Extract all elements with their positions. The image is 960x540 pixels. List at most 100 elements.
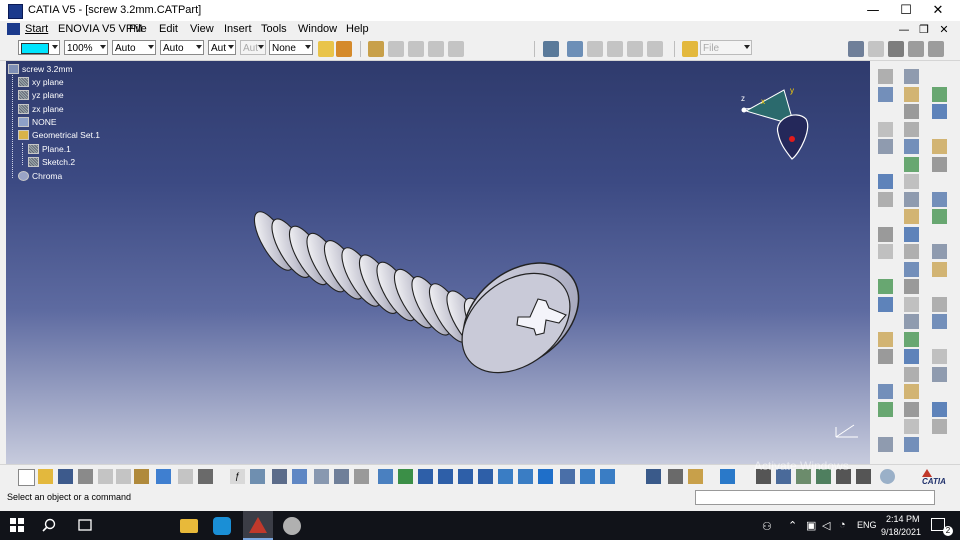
tree-item-zx-plane[interactable]: zx plane [18, 104, 64, 114]
formula-icon[interactable]: ƒ [230, 469, 245, 484]
right-toolbar-tool-icon[interactable] [904, 209, 919, 224]
swap-space-icon[interactable] [600, 469, 615, 484]
knowledge-icon[interactable] [314, 469, 329, 484]
disabled-tool-icon[interactable] [448, 41, 464, 57]
command-input[interactable] [695, 490, 935, 505]
right-toolbar-tool-icon[interactable] [932, 296, 947, 312]
right-toolbar-tool-icon[interactable] [904, 139, 919, 154]
zoom-out-icon[interactable] [478, 469, 493, 484]
layer-dropdown[interactable]: None [269, 40, 313, 55]
menu-view[interactable]: View [190, 23, 214, 35]
rendering-dropdown[interactable]: Aut [240, 40, 266, 55]
right-toolbar-tool-icon[interactable] [904, 86, 919, 102]
catia-taskbar-button[interactable] [243, 511, 273, 540]
tree-item-geometrical-set[interactable]: Geometrical Set.1 [18, 130, 100, 140]
doc-minimize-button[interactable]: — [893, 21, 915, 38]
open-icon[interactable] [38, 469, 53, 484]
tree-item-none[interactable]: NONE [18, 117, 57, 127]
material-icon[interactable] [354, 469, 369, 484]
right-toolbar-tool-icon[interactable] [932, 314, 947, 329]
right-toolbar-tool-icon[interactable] [904, 279, 919, 294]
shading-icon[interactable] [560, 469, 575, 484]
menu-start[interactable]: Start [25, 23, 48, 35]
camera-icon[interactable] [856, 469, 871, 484]
network-icon[interactable]: ▣ [806, 519, 816, 532]
right-toolbar-tool-icon[interactable] [932, 104, 947, 119]
doc-close-button[interactable]: ✕ [933, 21, 955, 38]
fit-all-icon[interactable] [398, 469, 413, 484]
menu-file[interactable]: File [129, 23, 147, 35]
right-toolbar-tool-icon[interactable] [932, 156, 947, 172]
transparency-dropdown[interactable]: 100% [64, 40, 108, 55]
save-icon[interactable] [58, 469, 73, 484]
apply-material-icon[interactable] [720, 469, 735, 484]
right-toolbar-tool-icon[interactable] [932, 191, 947, 207]
studio-icon[interactable] [928, 41, 944, 57]
options-icon[interactable] [848, 41, 864, 57]
right-toolbar-tool-icon[interactable] [904, 314, 919, 329]
table-icon[interactable] [272, 469, 287, 484]
wifi-icon[interactable]: ◔ [839, 519, 846, 531]
right-toolbar-tool-icon[interactable] [904, 331, 919, 347]
right-toolbar-tool-icon[interactable] [904, 384, 919, 399]
menu-help[interactable]: Help [346, 23, 369, 35]
tree-item-chroma[interactable]: Chroma [18, 171, 62, 181]
tree-root[interactable]: screw 3.2mm [8, 64, 73, 74]
fly-mode-icon[interactable] [378, 469, 393, 484]
analysis-icon[interactable] [646, 469, 661, 484]
right-toolbar-tool-icon[interactable] [904, 366, 919, 382]
right-toolbar-tool-icon[interactable] [878, 174, 893, 189]
right-toolbar-tool-icon[interactable] [932, 419, 947, 434]
right-toolbar-tool-icon[interactable] [932, 209, 947, 224]
multi-view-icon[interactable] [518, 469, 533, 484]
search-icon[interactable] [42, 518, 56, 532]
annotation-icon[interactable] [250, 469, 265, 484]
sketcher-icon[interactable] [567, 41, 583, 57]
maximize-button[interactable]: ☐ [889, 0, 923, 21]
tree-item-sketch2[interactable]: Sketch.2 [28, 157, 75, 167]
normal-view-icon[interactable] [498, 469, 513, 484]
menu-tools[interactable]: Tools [261, 23, 287, 35]
doc-restore-button[interactable]: ❐ [913, 21, 935, 38]
light-icon[interactable] [688, 469, 703, 484]
right-toolbar-tool-icon[interactable] [932, 86, 947, 102]
color-dropdown[interactable] [18, 40, 60, 55]
sync-icon[interactable] [880, 469, 895, 484]
cut-icon[interactable] [98, 469, 113, 484]
right-toolbar-tool-icon[interactable] [904, 296, 919, 312]
lineweight-dropdown[interactable]: Auto [160, 40, 204, 55]
tree-item-yz-plane[interactable]: yz plane [18, 90, 64, 100]
paste-icon[interactable] [134, 469, 149, 484]
right-toolbar-tool-icon[interactable] [904, 174, 919, 189]
close-button[interactable]: ✕ [921, 0, 955, 21]
task-view-icon[interactable] [77, 518, 93, 532]
whats-this-icon[interactable] [198, 469, 213, 484]
axis-system-icon[interactable] [292, 469, 307, 484]
disabled-tool-icon[interactable] [627, 41, 643, 57]
right-toolbar-tool-icon[interactable] [878, 401, 893, 417]
clock-time[interactable]: 2:14 PM [886, 514, 920, 524]
right-toolbar-tool-icon[interactable] [904, 261, 919, 277]
right-toolbar-tool-icon[interactable] [904, 156, 919, 172]
disabled-tool-icon[interactable] [647, 41, 663, 57]
minimize-button[interactable]: — [856, 0, 890, 21]
right-toolbar-tool-icon[interactable] [904, 419, 919, 434]
zoom-in-icon[interactable] [458, 469, 473, 484]
undo-icon[interactable] [156, 469, 171, 484]
right-toolbar-tool-icon[interactable] [932, 349, 947, 364]
right-toolbar-tool-icon[interactable] [904, 69, 919, 84]
disabled-tool-icon[interactable] [428, 41, 444, 57]
disabled-tool-icon[interactable] [388, 41, 404, 57]
right-toolbar-tool-icon[interactable] [878, 244, 893, 259]
people-icon[interactable]: ⚇ [762, 520, 772, 533]
select-tool-icon[interactable] [543, 41, 559, 57]
language-indicator[interactable]: ENG [857, 520, 877, 530]
disabled-tool-icon[interactable] [408, 41, 424, 57]
right-toolbar-tool-icon[interactable] [878, 296, 893, 312]
compass-widget[interactable]: z y x [734, 85, 824, 165]
right-toolbar-tool-icon[interactable] [878, 69, 893, 84]
disabled-tool-icon[interactable] [587, 41, 603, 57]
volume-icon[interactable]: ◁ [822, 519, 830, 532]
rotate-icon[interactable] [438, 469, 453, 484]
disabled-tool-icon[interactable] [868, 41, 884, 57]
